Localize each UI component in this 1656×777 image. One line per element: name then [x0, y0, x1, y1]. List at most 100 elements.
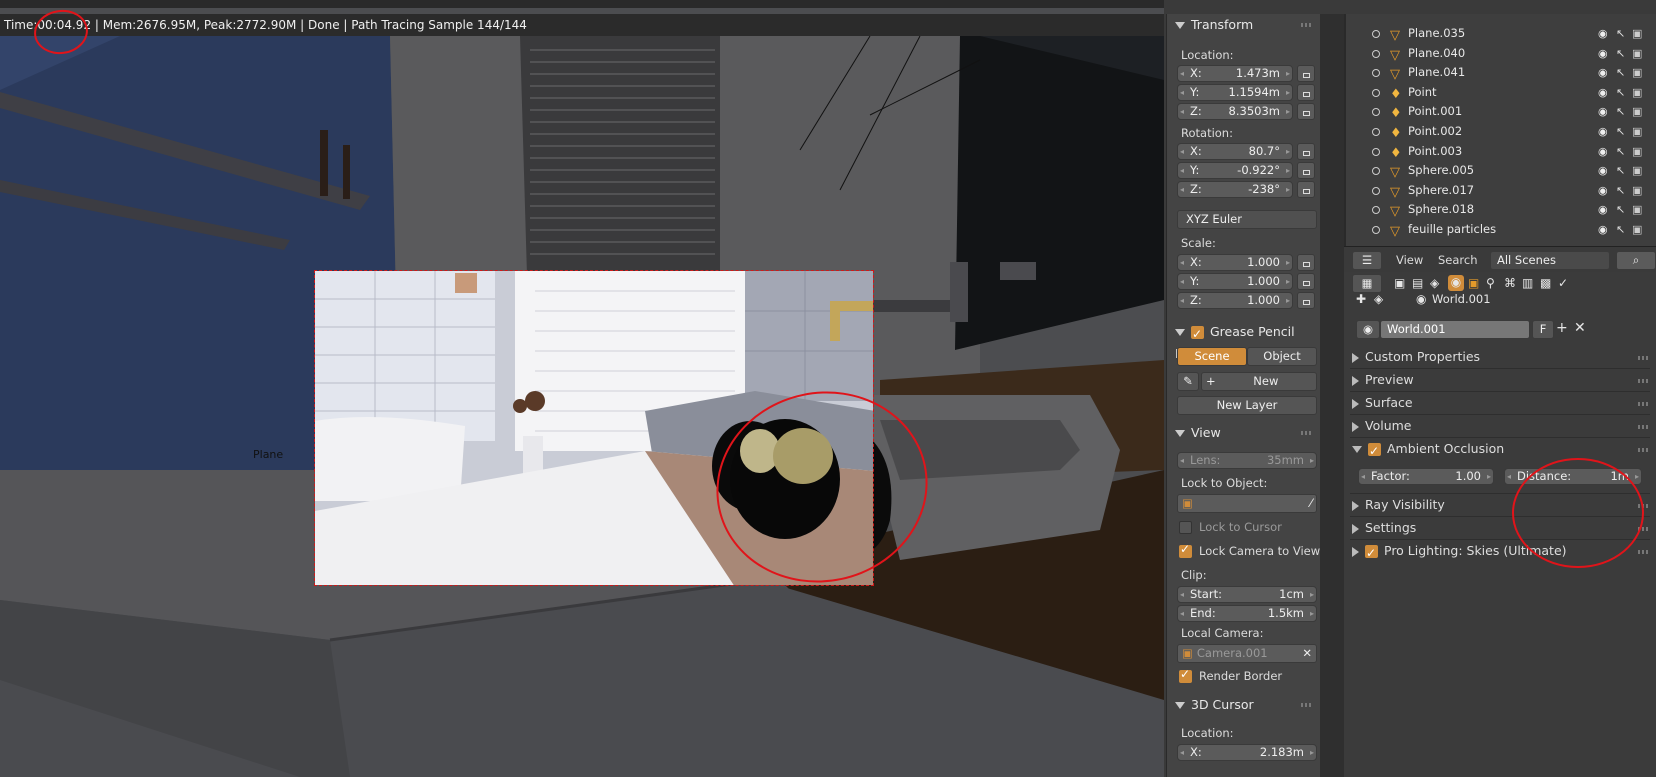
- tree-expand-icon[interactable]: [1372, 69, 1380, 78]
- 3d-viewport[interactable]: Plane: [0, 0, 1164, 777]
- outliner-row[interactable]: ▽ Plane.040 ◉ ↖ ▣: [1346, 44, 1656, 63]
- eye-icon[interactable]: ◉: [1598, 63, 1608, 82]
- scale-x-field[interactable]: X:1.000: [1177, 254, 1293, 271]
- 3d-cursor-panel-header[interactable]: 3D Cursor: [1167, 694, 1321, 716]
- outliner-item-name[interactable]: Point.002: [1408, 122, 1462, 141]
- tree-expand-icon[interactable]: [1372, 226, 1380, 234]
- volume-panel[interactable]: Volume: [1352, 415, 1648, 437]
- menu-search[interactable]: Search: [1438, 253, 1478, 267]
- lock-to-cursor-checkbox[interactable]: [1179, 521, 1192, 534]
- render-camera-icon[interactable]: ▣: [1632, 83, 1642, 102]
- preview-panel[interactable]: Preview: [1352, 369, 1648, 391]
- eye-icon[interactable]: ◉: [1598, 24, 1608, 43]
- render-camera-icon[interactable]: ▣: [1632, 181, 1642, 200]
- eye-icon[interactable]: ◉: [1598, 181, 1608, 200]
- lock-icon[interactable]: [1297, 273, 1315, 290]
- tab-object[interactable]: Object: [1247, 347, 1317, 366]
- outliner-row[interactable]: ♦ Point.002 ◉ ↖ ▣: [1346, 122, 1656, 141]
- location-z-field[interactable]: Z:8.3503m: [1177, 103, 1293, 120]
- eye-icon[interactable]: ◉: [1598, 142, 1608, 161]
- select-arrow-icon[interactable]: ↖: [1616, 63, 1625, 82]
- select-arrow-icon[interactable]: ↖: [1616, 102, 1625, 121]
- render-camera-icon[interactable]: ▣: [1632, 44, 1642, 63]
- lock-object-field[interactable]: ▣ ⁄: [1177, 494, 1317, 513]
- outliner-row[interactable]: ♦ Point ◉ ↖ ▣: [1346, 83, 1656, 102]
- rotation-z-field[interactable]: Z:-238°: [1177, 181, 1293, 198]
- tree-expand-icon[interactable]: [1372, 167, 1380, 176]
- outliner-item-name[interactable]: Plane.035: [1408, 24, 1465, 43]
- render-border-checkbox[interactable]: [1179, 667, 1192, 683]
- outliner-row[interactable]: ▽ Plane.035 ◉ ↖ ▣: [1346, 24, 1656, 43]
- outliner-row[interactable]: ♦ Point.001 ◉ ↖ ▣: [1346, 102, 1656, 121]
- fake-user-button[interactable]: F: [1532, 320, 1554, 339]
- rotation-mode-dropdown[interactable]: XYZ Euler: [1177, 210, 1317, 229]
- world-browse-icon[interactable]: ◉: [1356, 320, 1380, 339]
- tree-expand-icon[interactable]: [1372, 30, 1380, 38]
- render-camera-icon[interactable]: ▣: [1632, 161, 1642, 180]
- eyedropper-icon[interactable]: ⁄: [1310, 495, 1316, 512]
- tab-scene[interactable]: Scene: [1177, 347, 1247, 366]
- clip-end-field[interactable]: End:1.5km: [1177, 605, 1317, 622]
- render-camera-icon[interactable]: ▣: [1632, 102, 1642, 121]
- outliner-row[interactable]: ▽ Plane.041 ◉ ↖ ▣: [1346, 63, 1656, 82]
- ambient-occlusion-checkbox[interactable]: [1368, 440, 1381, 462]
- pencil-icon[interactable]: ✎: [1177, 372, 1199, 391]
- add-icon[interactable]: +: [1556, 320, 1568, 336]
- select-arrow-icon[interactable]: ↖: [1616, 24, 1625, 43]
- grease-pencil-panel-header[interactable]: Grease Pencil Layers: [1167, 321, 1321, 361]
- lock-icon[interactable]: [1297, 103, 1315, 120]
- editor-type-icon[interactable]: ☰: [1352, 251, 1382, 270]
- location-x-field[interactable]: X:1.473m: [1177, 65, 1293, 82]
- eye-icon[interactable]: ◉: [1598, 220, 1608, 239]
- tree-expand-icon[interactable]: [1372, 49, 1380, 58]
- lock-icon[interactable]: [1297, 143, 1315, 160]
- lock-icon[interactable]: [1297, 162, 1315, 179]
- tree-expand-icon[interactable]: [1372, 108, 1380, 117]
- eye-icon[interactable]: ◉: [1598, 44, 1608, 63]
- lock-icon[interactable]: [1297, 84, 1315, 101]
- ambient-occlusion-panel[interactable]: Ambient Occlusion: [1352, 438, 1648, 462]
- drag-grip-icon[interactable]: [1301, 431, 1313, 435]
- clip-start-field[interactable]: Start:1cm: [1177, 586, 1317, 603]
- lock-camera-checkbox[interactable]: [1179, 542, 1192, 558]
- select-arrow-icon[interactable]: ↖: [1616, 142, 1625, 161]
- outliner-item-name[interactable]: feuille particles: [1408, 220, 1496, 239]
- rotation-x-field[interactable]: X:80.7°: [1177, 143, 1293, 160]
- search-icon[interactable]: ⌕: [1616, 251, 1656, 270]
- select-arrow-icon[interactable]: ↖: [1616, 122, 1625, 141]
- render-camera-icon[interactable]: ▣: [1632, 24, 1642, 43]
- new-layer-button[interactable]: New Layer: [1177, 396, 1317, 415]
- eye-icon[interactable]: ◉: [1598, 122, 1608, 141]
- eye-icon[interactable]: ◉: [1598, 102, 1608, 121]
- surface-panel[interactable]: Surface: [1352, 392, 1648, 414]
- select-arrow-icon[interactable]: ↖: [1616, 220, 1625, 239]
- outliner[interactable]: ▽ Plane.035 ◉ ↖ ▣ ▽ Plane.040 ◉ ↖ ▣ ▽ Plane.041 ◉ ↖ ▣ ♦…: [1344, 14, 1656, 246]
- scale-z-field[interactable]: Z:1.000: [1177, 292, 1293, 309]
- lock-icon[interactable]: [1297, 254, 1315, 271]
- render-camera-icon[interactable]: ▣: [1632, 220, 1642, 239]
- rotation-y-field[interactable]: Y:-0.922°: [1177, 162, 1293, 179]
- outliner-item-name[interactable]: Sphere.018: [1408, 200, 1474, 219]
- drag-grip-icon[interactable]: [1301, 703, 1313, 707]
- tree-expand-icon[interactable]: [1372, 206, 1380, 215]
- scale-y-field[interactable]: Y:1.000: [1177, 273, 1293, 290]
- render-camera-icon[interactable]: ▣: [1632, 200, 1642, 219]
- eye-icon[interactable]: ◉: [1598, 161, 1608, 180]
- custom-properties-panel[interactable]: Custom Properties: [1352, 346, 1648, 368]
- select-arrow-icon[interactable]: ↖: [1616, 83, 1625, 102]
- render-camera-icon[interactable]: ▣: [1632, 63, 1642, 82]
- tree-expand-icon[interactable]: [1372, 128, 1380, 136]
- render-camera-icon[interactable]: ▣: [1632, 142, 1642, 161]
- display-mode-dropdown[interactable]: All Scenes: [1490, 251, 1610, 270]
- tree-expand-icon[interactable]: [1372, 88, 1380, 97]
- outliner-row[interactable]: ▽ Sphere.005 ◉ ↖ ▣: [1346, 161, 1656, 180]
- outliner-row[interactable]: ♦ Point.003 ◉ ↖ ▣: [1346, 142, 1656, 161]
- view-panel-header[interactable]: View: [1167, 422, 1321, 444]
- select-arrow-icon[interactable]: ↖: [1616, 161, 1625, 180]
- outliner-item-name[interactable]: Plane.041: [1408, 63, 1465, 82]
- lens-field[interactable]: Lens:35mm: [1177, 452, 1317, 469]
- location-y-field[interactable]: Y:1.1594m: [1177, 84, 1293, 101]
- tree-expand-icon[interactable]: [1372, 147, 1380, 156]
- render-camera-icon[interactable]: ▣: [1632, 122, 1642, 141]
- eye-icon[interactable]: ◉: [1598, 200, 1608, 219]
